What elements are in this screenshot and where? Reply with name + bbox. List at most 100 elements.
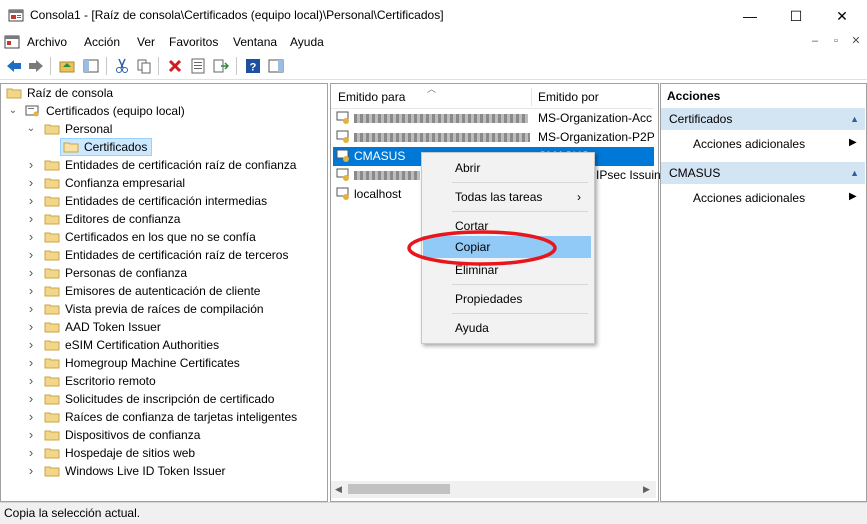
chevron-right-icon[interactable]: › bbox=[26, 246, 36, 264]
menu-favoritos[interactable]: Favoritos bbox=[169, 35, 218, 49]
chevron-right-icon[interactable]: › bbox=[26, 228, 36, 246]
scroll-left-icon[interactable]: ◀ bbox=[335, 484, 342, 495]
chevron-right-icon[interactable]: › bbox=[26, 210, 36, 228]
export-list-icon[interactable] bbox=[211, 56, 231, 76]
tree-node-personal[interactable]: ⌄ Personal bbox=[26, 120, 146, 138]
tree-node-label: eSIM Certification Authorities bbox=[65, 338, 220, 352]
menu-ventana[interactable]: Ventana bbox=[233, 35, 277, 49]
collapse-up-icon[interactable]: ▲ bbox=[850, 162, 859, 184]
up-folder-icon[interactable] bbox=[57, 56, 77, 76]
menu-accion[interactable]: Acción bbox=[84, 35, 120, 49]
chevron-right-icon[interactable]: › bbox=[26, 444, 36, 462]
delete-icon[interactable] bbox=[165, 56, 185, 76]
properties-icon[interactable] bbox=[188, 56, 208, 76]
tree-node-store[interactable]: › Homegroup Machine Certificates bbox=[26, 354, 322, 372]
chevron-right-icon[interactable]: › bbox=[26, 408, 36, 426]
tree-node-store[interactable]: › Raíces de confianza de tarjetas intelig… bbox=[26, 408, 322, 426]
menu-archivo[interactable]: Archivo bbox=[27, 35, 67, 49]
tree-node-store[interactable]: › eSIM Certification Authorities bbox=[26, 336, 322, 354]
tree-node-store[interactable]: › Entidades de certificación raíz de conf… bbox=[26, 156, 322, 174]
chevron-right-icon[interactable]: › bbox=[26, 300, 36, 318]
chevron-down-icon[interactable]: ⌄ bbox=[8, 102, 18, 120]
scroll-right-icon[interactable]: ▶ bbox=[643, 484, 650, 495]
actions-section-cmasus[interactable]: CMASUS ▲ bbox=[661, 162, 865, 184]
folder-icon bbox=[44, 214, 60, 225]
show-hide-tree-icon[interactable] bbox=[81, 56, 101, 76]
folder-icon bbox=[44, 340, 60, 351]
tree-node-store[interactable]: › Dispositivos de confianza bbox=[26, 426, 322, 444]
chevron-right-icon[interactable]: › bbox=[26, 174, 36, 192]
chevron-right-icon[interactable]: › bbox=[26, 264, 36, 282]
back-arrow-icon[interactable] bbox=[4, 56, 24, 76]
folder-icon bbox=[44, 322, 60, 333]
tree-node-store[interactable]: › Certificados en los que no se confía bbox=[26, 228, 322, 246]
scrollbar-thumb[interactable] bbox=[348, 484, 450, 494]
tree-node-store[interactable]: › Vista previa de raíces de compilación bbox=[26, 300, 322, 318]
tree-node-label: Raíces de confianza de tarjetas intelige… bbox=[65, 410, 298, 424]
tree-node-store[interactable]: › Hospedaje de sitios web bbox=[26, 444, 322, 462]
column-issued-to[interactable]: Emitido para bbox=[338, 90, 405, 104]
actions-section-certificados[interactable]: Certificados ▲ bbox=[661, 108, 865, 130]
copy-icon[interactable] bbox=[134, 56, 154, 76]
tree-node-store[interactable]: › Emisores de autenticación de cliente bbox=[26, 282, 322, 300]
chevron-right-icon[interactable]: › bbox=[26, 372, 36, 390]
list-item[interactable]: MS-Organization-P2P- bbox=[336, 128, 654, 147]
maximize-button[interactable]: ☐ bbox=[773, 0, 819, 32]
folder-icon bbox=[44, 466, 60, 477]
context-menu-ayuda[interactable]: Ayuda bbox=[423, 317, 591, 339]
action-more-actions-2[interactable]: Acciones adicionales bbox=[693, 191, 805, 205]
context-menu-propiedades[interactable]: Propiedades bbox=[423, 288, 591, 310]
menu-ayuda[interactable]: Ayuda bbox=[290, 35, 324, 49]
context-menu-todas-las-tareas[interactable]: Todas las tareas › bbox=[423, 186, 591, 208]
toolbar-separator bbox=[106, 57, 107, 75]
child-restore-icon[interactable]: ▫ bbox=[829, 34, 843, 48]
tree-node-store[interactable]: › Entidades de certificación raíz de terc… bbox=[26, 246, 322, 264]
tree-node-label: Homegroup Machine Certificates bbox=[65, 356, 240, 370]
chevron-right-icon[interactable]: › bbox=[26, 282, 36, 300]
folder-icon bbox=[44, 394, 60, 405]
show-hide-action-pane-icon[interactable] bbox=[266, 56, 286, 76]
help-icon[interactable]: ? bbox=[243, 56, 263, 76]
collapse-up-icon[interactable]: ▲ bbox=[850, 108, 859, 130]
tree-node-store[interactable]: › Confianza empresarial bbox=[26, 174, 322, 192]
tree-node-computer[interactable]: ⌄ Certificados (equipo local) bbox=[8, 102, 258, 120]
context-menu-abrir[interactable]: Abrir bbox=[423, 157, 591, 179]
child-close-icon[interactable]: ✕ bbox=[849, 34, 863, 48]
action-more-actions-1[interactable]: Acciones adicionales bbox=[693, 137, 805, 151]
chevron-right-icon[interactable]: › bbox=[26, 336, 36, 354]
highlight-ellipse bbox=[407, 230, 557, 266]
folder-icon bbox=[44, 268, 60, 279]
close-button[interactable]: ✕ bbox=[819, 0, 865, 32]
list-item[interactable]: MS-Organization-Acc bbox=[336, 109, 654, 128]
child-minimize-icon[interactable]: – bbox=[808, 34, 822, 48]
tree-node-store[interactable]: › Editores de confianza bbox=[26, 210, 322, 228]
chevron-right-icon[interactable]: › bbox=[26, 354, 36, 372]
chevron-right-icon[interactable]: › bbox=[26, 390, 36, 408]
chevron-right-icon[interactable]: › bbox=[26, 318, 36, 336]
folder-icon bbox=[44, 178, 60, 189]
tree-node-certificados-selected[interactable]: Certificados bbox=[60, 138, 152, 156]
tree-node-store[interactable]: › Personas de confianza bbox=[26, 264, 322, 282]
chevron-right-icon[interactable]: › bbox=[26, 156, 36, 174]
tree-node-store[interactable]: › Entidades de certificación intermedias bbox=[26, 192, 322, 210]
tree-node-store[interactable]: › Windows Live ID Token Issuer bbox=[26, 462, 322, 480]
chevron-right-icon[interactable]: › bbox=[26, 462, 36, 480]
chevron-right-icon[interactable]: › bbox=[26, 192, 36, 210]
menu-ver[interactable]: Ver bbox=[137, 35, 155, 49]
submenu-arrow-icon: ▶ bbox=[849, 137, 857, 148]
folder-icon bbox=[44, 196, 60, 207]
chevron-right-icon[interactable]: › bbox=[26, 426, 36, 444]
forward-arrow-icon[interactable] bbox=[26, 56, 46, 76]
minimize-button[interactable]: — bbox=[727, 0, 773, 32]
cut-icon[interactable] bbox=[112, 56, 132, 76]
folder-icon bbox=[44, 160, 60, 171]
column-divider[interactable] bbox=[531, 88, 532, 106]
tree-node-store[interactable]: › Escritorio remoto bbox=[26, 372, 322, 390]
column-issued-by[interactable]: Emitido por bbox=[538, 90, 599, 104]
toolbar-separator bbox=[158, 57, 159, 75]
tree-node-store[interactable]: › AAD Token Issuer bbox=[26, 318, 322, 336]
mmc-doc-icon[interactable] bbox=[4, 35, 20, 49]
chevron-down-icon[interactable]: ⌄ bbox=[26, 120, 36, 138]
tree-node-store[interactable]: › Solicitudes de inscripción de certifica… bbox=[26, 390, 322, 408]
folder-icon bbox=[44, 232, 60, 243]
